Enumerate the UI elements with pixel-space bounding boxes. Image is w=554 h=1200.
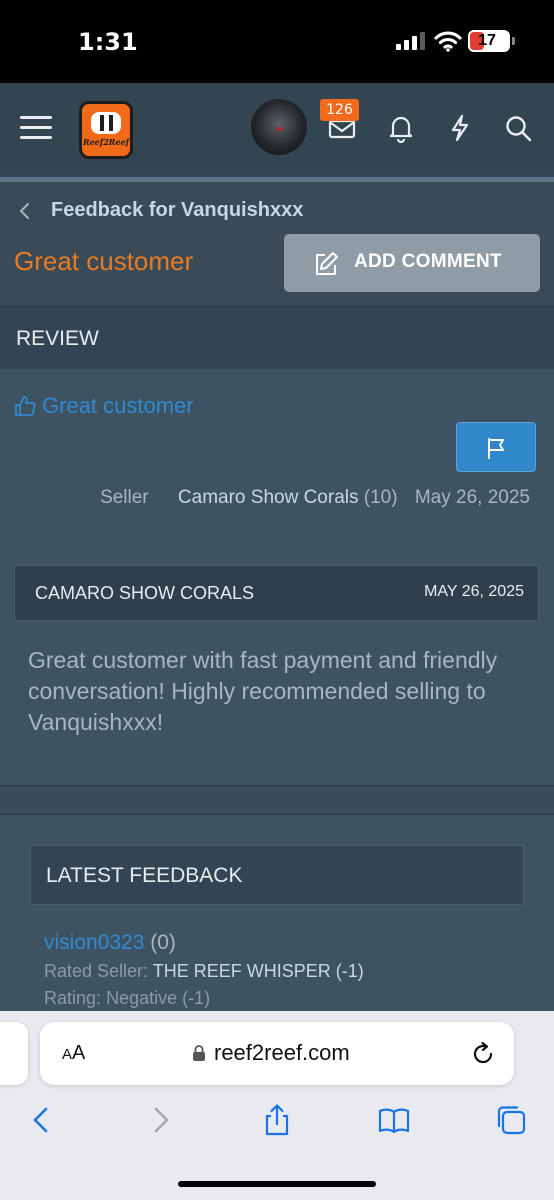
review-section-label: REVIEW <box>16 327 99 350</box>
page-title: Great customer <box>14 246 194 276</box>
review-headline-text: Great customer <box>42 393 194 418</box>
url-text[interactable]: reef2reef.com <box>214 1040 350 1066</box>
status-bar: 1:31 17 <box>0 0 554 83</box>
feedback-user[interactable]: vision0323 (0) <box>44 931 176 955</box>
search-icon[interactable] <box>503 113 533 143</box>
thumbs-up-icon <box>15 396 36 416</box>
lightning-bolt-icon[interactable] <box>445 113 475 143</box>
report-flag-button[interactable] <box>456 422 536 472</box>
latest-feedback-label: LATEST FEEDBACK <box>46 864 243 887</box>
review-date: May 26, 2025 <box>414 487 530 508</box>
feedback-rating-line: Rating: Negative (-1) <box>44 988 210 1009</box>
breadcrumb-link[interactable]: Feedback for Vanquishxxx <box>51 199 303 222</box>
navbar-accent-line <box>0 177 554 182</box>
home-indicator <box>178 1181 376 1187</box>
status-time: 1:31 <box>78 28 138 56</box>
bookmarks-book-icon[interactable] <box>377 1103 411 1137</box>
lock-icon <box>193 1045 205 1061</box>
reader-text-size-button[interactable]: AA <box>62 1042 85 1065</box>
review-section: REVIEW Great customer Seller Camaro Show… <box>0 306 554 786</box>
feedback-rating-value: Negative (-1) <box>106 988 211 1008</box>
share-icon[interactable] <box>260 1103 294 1137</box>
add-comment-label: ADD COMMENT <box>354 251 502 272</box>
review-meta: Seller Camaro Show Corals (10) May 26, 2… <box>0 487 530 509</box>
feedback-user-link[interactable]: vision0323 <box>44 931 144 954</box>
browser-chrome: AA reef2reef.com <box>0 1011 554 1200</box>
bell-icon[interactable] <box>386 113 416 143</box>
review-header: REVIEW <box>0 307 554 369</box>
feedback-rated-value[interactable]: THE REEF WHISPER (-1) <box>153 961 364 981</box>
feedback-rating-label: Rating: <box>44 988 102 1008</box>
comment-body: Great customer with fast payment and fri… <box>28 647 498 735</box>
tabs-icon[interactable] <box>494 1103 528 1137</box>
address-bar[interactable]: AA reef2reef.com <box>40 1022 514 1085</box>
latest-feedback-header: LATEST FEEDBACK <box>30 845 524 905</box>
comment-header: CAMARO SHOW CORALS MAY 26, 2025 <box>14 565 539 621</box>
previous-tab-preview[interactable] <box>0 1022 28 1085</box>
review-role: Seller <box>100 487 149 508</box>
forward-arrow-icon[interactable] <box>144 1103 178 1137</box>
edit-pencil-icon <box>316 252 338 275</box>
feedback-rated-line: Rated Seller: THE REEF WHISPER (-1) <box>44 961 364 982</box>
breadcrumb[interactable]: Feedback for Vanquishxxx <box>0 195 554 227</box>
messages-count-badge: 126 <box>320 99 359 121</box>
cellular-signal-icon <box>396 32 425 50</box>
add-comment-button[interactable]: ADD COMMENT <box>284 234 540 292</box>
battery-percent: 17 <box>478 32 496 49</box>
comment-date: MAY 26, 2025 <box>424 583 524 600</box>
wifi-icon <box>434 31 462 52</box>
flag-icon <box>488 438 504 459</box>
battery-icon: 17 <box>468 30 515 52</box>
reload-icon[interactable] <box>470 1041 496 1067</box>
back-arrow-icon[interactable] <box>24 1103 58 1137</box>
feedback-rated-label: Rated Seller: <box>44 961 149 981</box>
feedback-user-count: (0) <box>150 931 176 954</box>
seller-name-link[interactable]: Camaro Show Corals <box>178 487 359 508</box>
site-logo[interactable]: Reef2Reef <box>79 101 133 159</box>
clownfish-logo-icon <box>91 112 121 134</box>
user-avatar[interactable] <box>251 99 307 155</box>
latest-feedback-section: LATEST FEEDBACK vision0323 (0) Rated Sel… <box>0 814 554 1024</box>
site-navbar: Reef2Reef 126 <box>0 83 554 182</box>
chevron-left-icon[interactable] <box>16 201 32 221</box>
logo-text: Reef2Reef <box>82 137 130 147</box>
comment-author[interactable]: CAMARO SHOW CORALS <box>35 583 254 604</box>
hamburger-menu-icon[interactable] <box>20 116 52 142</box>
seller-feedback-count: (10) <box>363 487 398 508</box>
